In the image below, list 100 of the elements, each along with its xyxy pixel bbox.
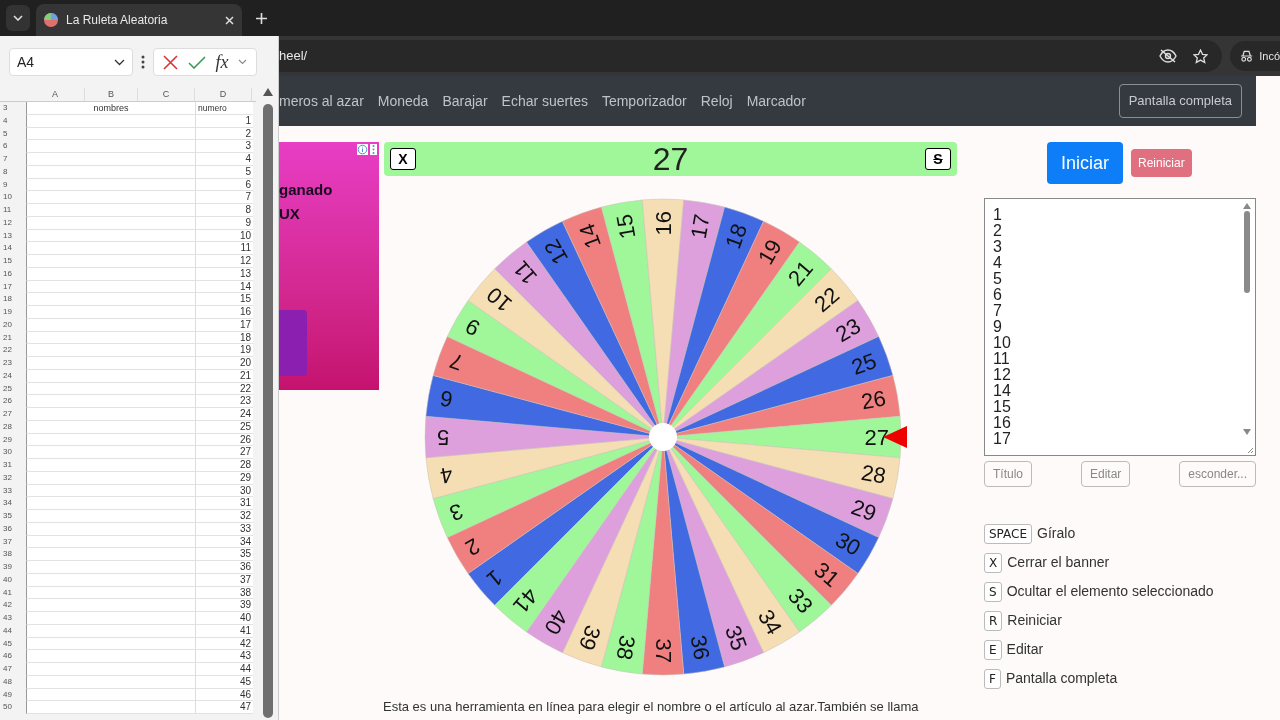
close-banner-button[interactable]: X <box>390 148 416 170</box>
table-cell: 24 <box>239 408 251 419</box>
row-number[interactable]: 38 <box>3 549 12 559</box>
shortcut-label: Editar <box>1006 640 1044 659</box>
row-number[interactable]: 10 <box>3 192 12 202</box>
more-options-icon[interactable] <box>141 55 145 69</box>
nav-link[interactable]: Reloj <box>700 90 733 112</box>
row-number[interactable]: 19 <box>3 307 12 316</box>
wheel-label: 3 <box>446 498 467 527</box>
row-number[interactable]: 25 <box>3 383 12 393</box>
row-number[interactable]: 18 <box>3 294 12 304</box>
info-icon[interactable] <box>357 144 368 155</box>
scroll-up-icon[interactable] <box>1243 203 1251 209</box>
row-number[interactable]: 26 <box>3 396 12 406</box>
profile-button[interactable]: Incó <box>1230 41 1280 71</box>
row-number[interactable]: 21 <box>3 332 12 342</box>
row-number[interactable]: 6 <box>3 141 8 151</box>
row-number[interactable]: 35 <box>3 511 12 520</box>
nav-link[interactable]: Temporizador <box>601 90 687 112</box>
wheel-label: 6 <box>438 385 455 413</box>
row-number[interactable]: 49 <box>3 689 12 699</box>
nav-link[interactable]: Barajar <box>442 90 488 112</box>
row-number[interactable]: 17 <box>3 281 12 291</box>
row-number[interactable]: 20 <box>3 319 12 329</box>
name-box[interactable]: A4 <box>9 48 133 76</box>
nav-link[interactable]: Marcador <box>746 90 806 112</box>
scrollbar-thumb[interactable] <box>263 104 273 718</box>
row-number[interactable]: 46 <box>3 651 12 661</box>
list-item: 10 <box>993 334 1011 351</box>
row-number[interactable]: 22 <box>3 345 12 355</box>
row-number[interactable]: 27 <box>3 409 12 418</box>
row-number[interactable]: 12 <box>3 217 12 227</box>
row-number[interactable]: 37 <box>3 536 12 546</box>
row-number[interactable]: 45 <box>3 638 12 648</box>
star-icon[interactable] <box>1193 48 1208 64</box>
table-cell: 38 <box>239 586 251 598</box>
row-number[interactable]: 50 <box>3 702 12 712</box>
scrollbar-thumb[interactable] <box>1244 211 1250 293</box>
row-number[interactable]: 28 <box>3 421 12 431</box>
column-header[interactable]: D <box>219 89 227 99</box>
row-number[interactable]: 15 <box>3 256 12 265</box>
list-button[interactable]: esconder... <box>1179 461 1256 487</box>
address-bar[interactable]: heel/ <box>279 40 1222 72</box>
row-number[interactable]: 11 <box>3 205 12 214</box>
new-tab-icon[interactable] <box>256 13 267 24</box>
column-header[interactable]: C <box>162 89 170 99</box>
row-number[interactable]: 24 <box>3 370 12 380</box>
table-cell: 10 <box>239 229 251 241</box>
row-number[interactable]: 23 <box>3 358 12 367</box>
tab-list-button[interactable] <box>6 5 30 31</box>
row-number[interactable]: 34 <box>3 498 12 508</box>
wheel-label: 29 <box>848 494 880 527</box>
scroll-down-icon[interactable] <box>1243 429 1251 435</box>
hide-item-button[interactable]: S <box>925 148 951 170</box>
row-number[interactable]: 4 <box>3 115 8 125</box>
resize-handle-icon[interactable] <box>1246 446 1254 454</box>
row-number[interactable]: 7 <box>3 154 8 163</box>
row-number[interactable]: 29 <box>3 434 12 444</box>
column-header[interactable]: A <box>52 89 58 99</box>
row-number[interactable]: 43 <box>3 613 12 622</box>
wheel-label: 12 <box>539 235 574 269</box>
row-number[interactable]: 31 <box>3 460 12 469</box>
insert-function-button[interactable]: fx <box>215 48 229 76</box>
fullscreen-button[interactable]: Pantalla completa <box>1118 84 1242 118</box>
row-number[interactable]: 8 <box>3 166 8 176</box>
row-number[interactable]: 14 <box>3 243 12 253</box>
check-icon[interactable] <box>187 55 206 69</box>
row-number[interactable]: 3 <box>3 103 8 112</box>
items-list-field[interactable]: 1 2 3 4 5 6 7 9 10 11 12 14 15 16 17 <box>984 198 1256 456</box>
ad-banner[interactable]: ganado UX <box>279 142 379 390</box>
row-number[interactable]: 30 <box>3 447 12 457</box>
cancel-icon[interactable] <box>162 54 178 70</box>
row-number[interactable]: 13 <box>3 230 12 240</box>
table-cell: 29 <box>239 471 251 483</box>
nav-link[interactable]: Moneda <box>377 90 429 112</box>
incognito-icon <box>1240 50 1254 62</box>
row-number[interactable]: 42 <box>3 600 12 610</box>
row-number[interactable]: 5 <box>3 128 8 138</box>
column-header[interactable]: B <box>108 89 114 99</box>
row-number[interactable]: 9 <box>3 179 8 189</box>
list-button[interactable]: Título <box>984 461 1032 487</box>
row-number[interactable]: 44 <box>3 625 12 635</box>
eye-slash-icon[interactable] <box>1159 49 1177 63</box>
row-number[interactable]: 32 <box>3 472 12 482</box>
list-item: 11 <box>993 350 1010 367</box>
list-button[interactable]: Editar <box>1080 461 1131 487</box>
scroll-up-icon[interactable] <box>263 88 273 96</box>
row-number[interactable]: 41 <box>3 587 12 597</box>
row-number[interactable]: 16 <box>3 268 12 278</box>
browser-tab[interactable]: La Ruleta Aleatoria <box>36 4 242 36</box>
row-number[interactable]: 33 <box>3 485 12 495</box>
close-icon[interactable] <box>225 15 234 25</box>
row-number[interactable]: 39 <box>3 562 12 571</box>
row-number[interactable]: 48 <box>3 676 12 686</box>
row-number[interactable]: 40 <box>3 574 12 584</box>
row-number[interactable]: 36 <box>3 523 12 533</box>
row-number[interactable]: 47 <box>3 664 12 673</box>
start-button[interactable]: Iniciar <box>1047 142 1123 184</box>
nav-link[interactable]: Echar suertes <box>501 90 588 112</box>
nav-link[interactable]: meros al azar <box>279 90 364 112</box>
